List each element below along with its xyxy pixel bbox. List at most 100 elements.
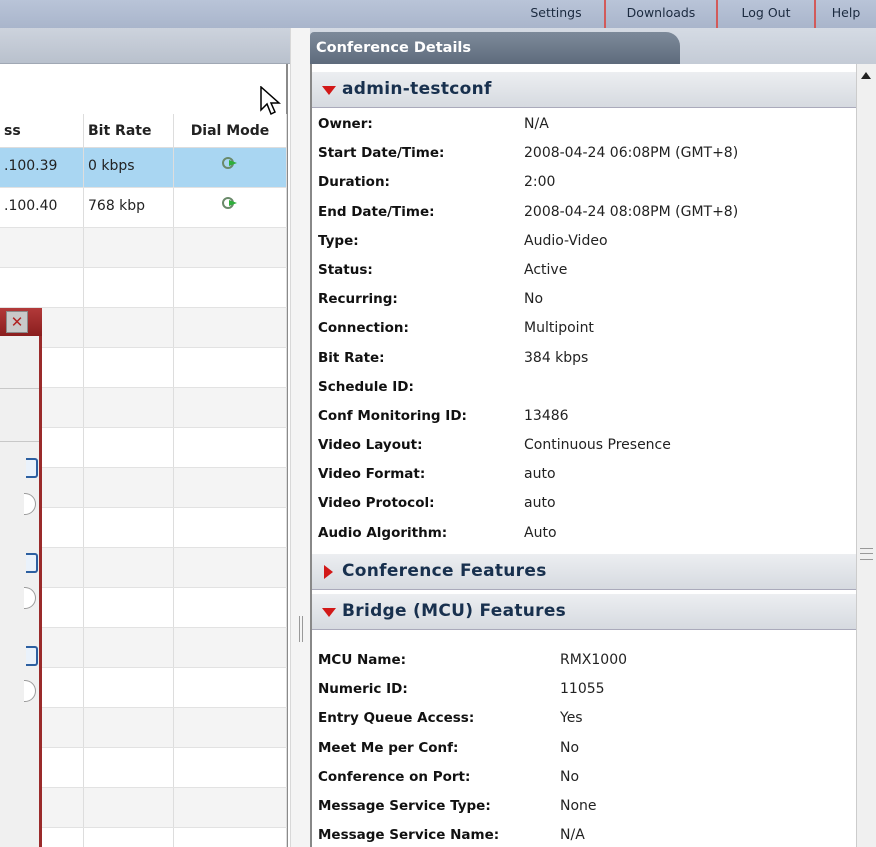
table-row	[0, 628, 287, 668]
field-value: 13486	[524, 407, 569, 424]
cell-dial-mode	[174, 148, 287, 187]
collapse-arrow-icon	[322, 86, 336, 95]
field-label: Numeric ID:	[318, 681, 408, 698]
collapse-arrow-icon	[322, 608, 336, 617]
field-row: Bit Rate: 384 kbps	[312, 344, 856, 373]
table-row	[0, 668, 287, 708]
table-row	[0, 748, 287, 788]
field-value: None	[560, 797, 597, 814]
table-row	[0, 708, 287, 748]
field-label: Bit Rate:	[318, 349, 385, 366]
field-value: Auto	[524, 524, 557, 541]
help-link[interactable]: Help	[816, 0, 876, 28]
field-value: Audio-Video	[524, 232, 608, 249]
field-value: 384 kbps	[524, 349, 589, 366]
field-row: MCU Name: RMX1000	[312, 646, 856, 675]
field-label: Conf Monitoring ID:	[318, 407, 467, 424]
section-title: Bridge (MCU) Features	[342, 601, 567, 621]
field-row: Entry Queue Access: Yes	[312, 704, 856, 733]
field-value: Multipoint	[524, 320, 594, 337]
field-value: auto	[524, 466, 556, 483]
table-row	[0, 828, 287, 847]
field-label: Conference on Port:	[318, 768, 471, 785]
layout-radio[interactable]	[24, 493, 36, 515]
field-row: Conference on Port: No	[312, 763, 856, 792]
field-value: Yes	[560, 710, 583, 727]
field-row: Status: Active	[312, 256, 856, 285]
field-value: RMX1000	[560, 652, 628, 668]
field-label: Entry Queue Access:	[318, 710, 475, 727]
field-label: Recurring:	[318, 291, 398, 308]
tab-conference-details[interactable]: Conference Details	[310, 32, 680, 64]
top-nav-links: Settings Downloads Log Out Help	[508, 0, 876, 28]
field-value: 2:00	[524, 174, 556, 191]
splitter-grip-icon[interactable]	[299, 616, 303, 642]
column-header-dial-mode[interactable]: Dial Mode	[174, 114, 287, 147]
field-label: Schedule ID:	[318, 378, 414, 395]
field-label: Connection:	[318, 320, 409, 337]
scroll-thumb[interactable]	[860, 548, 873, 560]
field-row: Schedule ID:	[312, 373, 856, 402]
field-label: Video Layout:	[318, 437, 423, 454]
table-row	[0, 228, 287, 268]
tab-strip: Conference Details	[310, 28, 876, 64]
downloads-link[interactable]: Downloads	[606, 0, 718, 28]
layout-option-icon[interactable]	[26, 458, 38, 478]
field-label: Owner:	[318, 116, 373, 132]
divider	[0, 388, 39, 389]
conference-section-header[interactable]: admin-testconf	[312, 72, 856, 108]
field-label: Meet Me per Conf:	[318, 739, 459, 756]
table-row	[0, 588, 287, 628]
layout-radio[interactable]	[24, 680, 36, 702]
panel-splitter[interactable]	[290, 28, 310, 847]
field-value: No	[560, 768, 580, 785]
vertical-scrollbar[interactable]	[856, 64, 876, 847]
field-label: End Date/Time:	[318, 203, 435, 220]
field-label: Type:	[318, 232, 359, 249]
conference-features-section-header[interactable]: Conference Features	[312, 554, 856, 590]
table-row	[0, 428, 287, 468]
column-header-address[interactable]: ss	[0, 114, 84, 147]
close-icon[interactable]: ✕	[6, 311, 28, 333]
conference-name: admin-testconf	[342, 79, 492, 99]
field-label: Start Date/Time:	[318, 145, 445, 162]
field-label: Message Service Name:	[318, 827, 500, 844]
table-row	[0, 388, 287, 428]
field-value: N/A	[524, 116, 549, 132]
field-row: Duration: 2:00	[312, 168, 856, 197]
divider	[0, 441, 39, 442]
scroll-up-icon[interactable]	[861, 72, 871, 79]
field-label: Video Protocol:	[318, 495, 435, 512]
participants-panel: ss Bit Rate Dial Mode .100.39 0 kbps .10…	[0, 28, 290, 847]
field-row: Audio Algorithm: Auto	[312, 519, 856, 548]
layout-option-icon[interactable]	[26, 646, 38, 666]
table-row	[0, 788, 287, 828]
logout-link[interactable]: Log Out	[718, 0, 816, 28]
grid-header: ss Bit Rate Dial Mode	[0, 114, 287, 148]
table-row	[0, 268, 287, 308]
cell-bitrate: 0 kbps	[84, 148, 174, 187]
field-row: Connection: Multipoint	[312, 314, 856, 343]
participants-toolbar	[0, 28, 290, 64]
bridge-fields: MCU Name: RMX1000 Numeric ID: 11055 Entry …	[312, 646, 856, 847]
layout-radio[interactable]	[24, 587, 36, 609]
field-row: Video Protocol: auto	[312, 489, 856, 518]
details-content: admin-testconf Owner: N/A Start Date/Time…	[310, 64, 856, 847]
field-value: auto	[524, 495, 556, 512]
field-label: Video Format:	[318, 466, 426, 483]
field-label: Status:	[318, 261, 373, 278]
conference-fields: Owner: N/A Start Date/Time: 2008-04-24 06:…	[312, 110, 856, 548]
dial-out-icon	[222, 197, 237, 209]
field-row: Message Service Type: None	[312, 792, 856, 821]
field-label: MCU Name:	[318, 652, 407, 668]
table-row	[0, 508, 287, 548]
column-header-bitrate[interactable]: Bit Rate	[84, 114, 174, 147]
table-row[interactable]: .100.39 0 kbps	[0, 148, 287, 188]
mouse-cursor-icon	[260, 86, 281, 116]
table-row	[0, 348, 287, 388]
bridge-features-section-header[interactable]: Bridge (MCU) Features	[312, 594, 856, 630]
settings-link[interactable]: Settings	[508, 0, 606, 28]
field-value: 2008-04-24 08:08PM (GMT+8)	[524, 203, 739, 220]
table-row[interactable]: .100.40 768 kbp	[0, 188, 287, 228]
layout-option-icon[interactable]	[26, 553, 38, 573]
